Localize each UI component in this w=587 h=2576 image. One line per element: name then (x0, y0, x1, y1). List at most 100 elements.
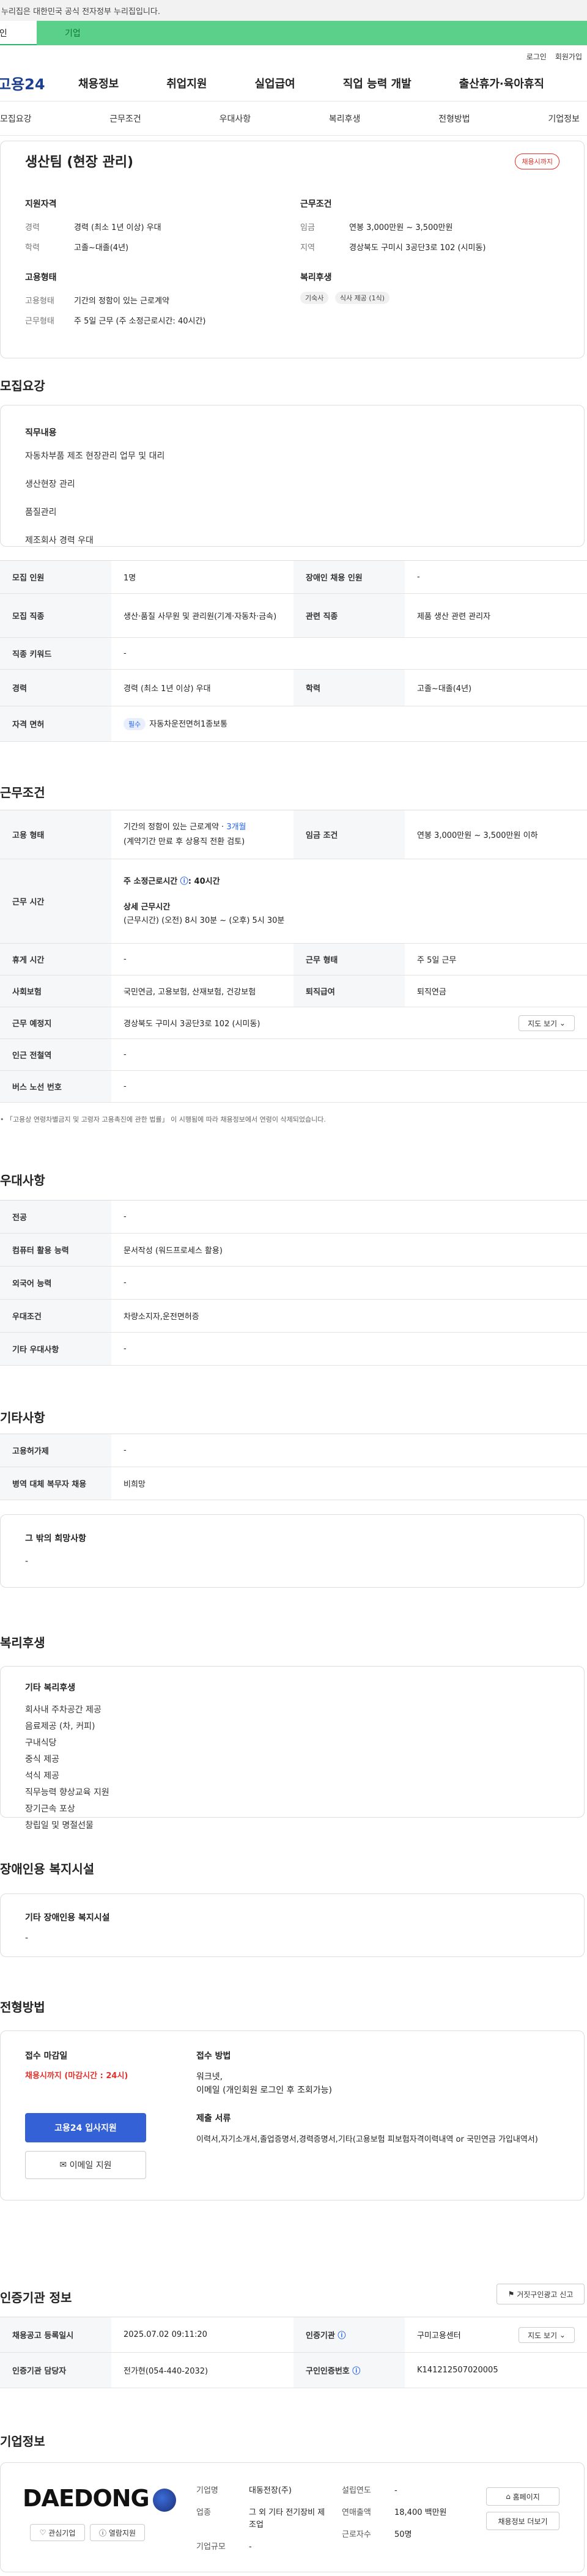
company-industry: 그 외 기타 전기장비 제조업 (249, 2508, 325, 2530)
area-value: 경상북도 구미시 3공단3로 102 (시미동) (349, 243, 486, 253)
view-support-button[interactable]: ⓘ 열람지원 (90, 2524, 145, 2541)
table-row: 인근 전철역 - (0, 1038, 587, 1071)
more-jobs-button[interactable]: 채용정보 더보기 (486, 2512, 559, 2530)
disabled-heading: 장애인용 복지시설 (0, 1862, 95, 1876)
career-value: 경력 (최소 1년 이상) 우대 (74, 223, 161, 232)
age-notice: • 「고용상 연령차별금지 및 고령자 고용촉진에 관한 법률」 이 시행됨에 … (0, 1116, 326, 1123)
nav-unemployment-benefit[interactable]: 실업급여 (255, 75, 295, 91)
mail-icon: ✉ (59, 2160, 67, 2170)
duty-item: 생산현장 관리 (25, 479, 75, 489)
employment-type-value: 기간의 정함이 있는 근로계약 (74, 297, 169, 306)
map-button[interactable]: 지도 보기 ⌄ (519, 1015, 575, 1031)
table-row: 컴퓨터 활용 능력 문서작성 (워드프로세스 활용) (0, 1233, 587, 1267)
welfare-heading: 복리후생 (300, 273, 332, 283)
site-logo[interactable]: 고용24 (0, 72, 78, 94)
table-row: 채용공고 등록일시 2025.07.02 09:11:20 인증기관 ⓘ 구미고용… (0, 2317, 587, 2353)
welfare-item: 석식 제공 (25, 1771, 59, 1781)
company-sales: 18,400 백만원 (394, 2508, 447, 2517)
table-row: 고용허가제 - (0, 1434, 587, 1467)
summary-card: 생산팀 (현장 관리) 채용시까지 지원자격 경력 경력 (최소 1년 이상) 우… (0, 141, 585, 358)
tab-work-conditions[interactable]: 근무조건 (109, 113, 141, 125)
nav-jobs[interactable]: 채용정보 (78, 75, 119, 91)
duty-label: 직무내용 (25, 428, 57, 438)
table-row: 자격 면허 필수 자동차운전면허1종보통 (0, 706, 587, 742)
interest-company-button[interactable]: ♡ 관심기업 (30, 2524, 85, 2541)
job-title: 생산팀 (현장 관리) (25, 155, 134, 170)
info-icon[interactable]: ⓘ (338, 2331, 345, 2341)
homepage-button[interactable]: ⌂ 홈페이지 (486, 2487, 559, 2506)
welfare-tag: 기숙사 (300, 292, 329, 304)
table-row: 근무 시간 주 소정근로시간 ⓘ: 40시간 상세 근무시간 (근무시간) (오… (0, 859, 587, 944)
tab-process[interactable]: 전형방법 (438, 113, 470, 125)
signup-link[interactable]: 회원가입 (555, 51, 582, 65)
top-links: 로그인 회원가입 (0, 45, 587, 65)
heart-icon: ♡ (39, 2528, 46, 2537)
auth-heading: 인증기관 정보 (0, 2290, 72, 2305)
table-row: 근무 예정지 경상북도 구미시 3공단3로 102 (시미동) 지도 보기 ⌄ (0, 1007, 587, 1039)
login-link[interactable]: 로그인 (526, 51, 547, 65)
tab-recruit[interactable]: 모집요강 (0, 113, 32, 125)
table-row: 전공 - (0, 1200, 587, 1234)
required-tag: 필수 (124, 718, 146, 730)
tab-company[interactable]: 기업 (37, 21, 587, 45)
welfare-item: 중식 제공 (25, 1755, 59, 1764)
company-logo: DAEDONG (23, 2485, 176, 2512)
tab-welfare[interactable]: 복리후생 (329, 113, 361, 125)
duty-item: 품질관리 (25, 508, 57, 517)
section-tabs: 모집요강 근무조건 우대사항 복리후생 전형방법 기업정보 (0, 102, 587, 136)
process-heading: 전형방법 (0, 2000, 45, 2015)
tab-company[interactable]: 기업정보 (548, 113, 580, 125)
table-row: 외국어 능력 - (0, 1266, 587, 1300)
info-circle-icon: ⓘ (98, 2528, 106, 2537)
info-icon[interactable]: ⓘ (180, 877, 188, 886)
pref-table: 전공 - 컴퓨터 활용 능력 문서작성 (워드프로세스 활용) 외국어 능력 - 우대… (0, 1200, 587, 1366)
table-row: 고용 형태 기간의 정함이 있는 근로계약 · 3개월 (계약기간 만료 후 상용… (0, 810, 587, 859)
company-box: DAEDONG ♡ 관심기업 ⓘ 열람지원 기업명 대동전장(주) 업종 그 외 기… (0, 2462, 585, 2572)
recruit-table: 모집 인원 1명 장애인 채용 인원 - 모집 직종 생산·품질 사무원 및 관리원(… (0, 560, 587, 742)
nav-employment-support[interactable]: 취업지원 (166, 75, 207, 91)
auth-table: 채용공고 등록일시 2025.07.02 09:11:20 인증기관 ⓘ 구미고용… (0, 2317, 587, 2388)
chevron-down-icon: ⌄ (559, 1019, 566, 1027)
duty-item: 자동차부품 제조 현장관리 업무 및 대리 (25, 451, 165, 461)
chevron-down-icon: ⌄ (559, 2331, 566, 2339)
tab-personal[interactable]: 개인 (0, 21, 37, 45)
table-row: 우대조건 차량소지자,운전면허증 (0, 1299, 587, 1333)
company-name: 대동전장(주) (249, 2486, 292, 2495)
table-row: 버스 노선 번호 - (0, 1070, 587, 1103)
email-apply-button[interactable]: ✉ 이메일 지원 (25, 2151, 146, 2179)
process-box: 접수 마감일 채용시까지 (마감시간 : 24시) 고용24 입사지원 ✉ 이메… (0, 2030, 585, 2200)
welfare-item: 장기근속 포상 (25, 1804, 75, 1814)
deadline-badge: 채용시까지 (515, 154, 559, 169)
gov-banner: 이 누리집은 대한민국 공식 전자정부 누리집입니다. (0, 0, 587, 21)
table-row: 기타 우대사항 - (0, 1332, 587, 1366)
auth-map-button[interactable]: 지도 보기 ⌄ (519, 2327, 575, 2343)
duty-box: 직무내용 자동차부품 제조 현장관리 업무 및 대리 생산현장 관리 품질관리 … (0, 405, 585, 547)
report-button[interactable]: ⚑ 거짓구인광고 신고 (497, 2284, 585, 2304)
education-value: 고졸~대졸(4년) (74, 243, 129, 253)
apply-button[interactable]: 고용24 입사지원 (25, 2113, 146, 2142)
other-wish-box: 그 밖의 희망사항 - (0, 1514, 585, 1588)
table-row: 모집 직종 생산·품질 사무원 및 관리원(기계·자동차·금속) 관련 직종 제품 … (0, 593, 587, 638)
wage-value: 연봉 3,000만원 ~ 3,500만원 (349, 223, 453, 232)
nav-vocational-training[interactable]: 직업 능력 개발 (343, 75, 412, 91)
welfare-tag: 식사 제공 (1식) (334, 292, 390, 304)
user-type-tabs: 개인 기업 (0, 21, 587, 45)
table-row: 병역 대체 복무자 채용 비희망 (0, 1467, 587, 1500)
etc-table: 고용허가제 - 병역 대체 복무자 채용 비희망 (0, 1434, 587, 1500)
etc-heading: 기타사항 (0, 1410, 45, 1425)
conditions-heading: 근무조건 (300, 199, 332, 209)
table-row: 휴게 시간 - 근무 형태 주 5일 근무 (0, 943, 587, 975)
nav-maternity-leave[interactable]: 출산휴가·육아휴직 (459, 75, 544, 91)
main-nav: 고용24 채용정보 취업지원 실업급여 직업 능력 개발 출산휴가·육아휴직 (0, 65, 587, 102)
disabled-box: 기타 장애인용 복지시설 - (0, 1893, 585, 1957)
flag-icon: ⚑ (508, 2290, 515, 2298)
table-row: 경력 경력 (최소 1년 이상) 우대 학력 고졸~대졸(4년) (0, 669, 587, 706)
info-icon[interactable]: ⓘ (352, 2367, 360, 2376)
qualification-heading: 지원자격 (25, 199, 57, 209)
deadline-value: 채용시까지 (마감시간 : 24시) (25, 2071, 128, 2081)
welfare-item: 회사내 주차공간 제공 (25, 1705, 102, 1715)
tab-preferences[interactable]: 우대사항 (220, 113, 251, 125)
welfare-item: 구내식당 (25, 1738, 57, 1748)
company-employees: 50명 (394, 2530, 412, 2539)
recruit-heading: 모집요강 (0, 379, 45, 393)
